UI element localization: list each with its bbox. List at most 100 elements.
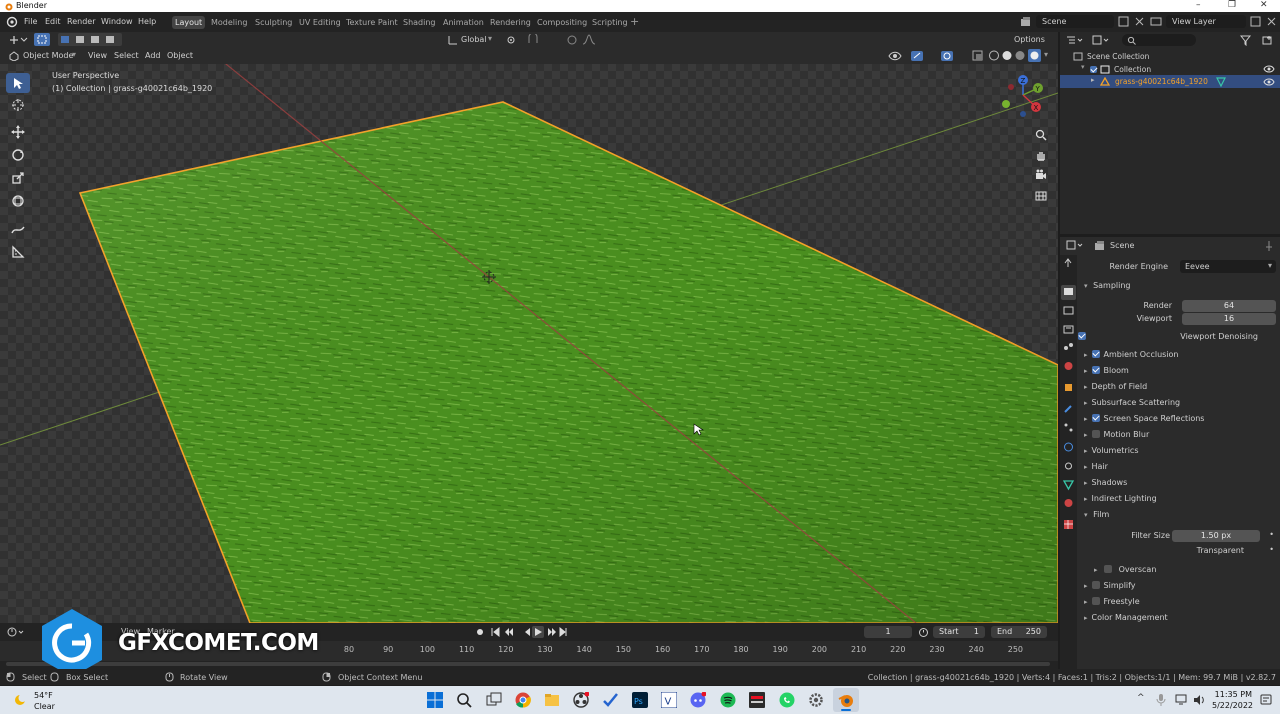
delete-view-layer-icon[interactable] (1266, 16, 1278, 27)
spotify-icon[interactable] (720, 692, 736, 708)
render-settings-panel-row[interactable]: ▸ Ambient Occlusion (1084, 350, 1274, 364)
video-editor-icon[interactable]: V (661, 692, 677, 708)
tab-rendering[interactable]: Rendering (487, 16, 534, 29)
volume-icon[interactable] (1193, 694, 1205, 706)
tab-modeling[interactable]: Modeling (208, 16, 250, 29)
viewport-menu-select[interactable]: Select (114, 51, 139, 60)
settings-gear-icon[interactable] (808, 692, 824, 708)
annotate-tool-button[interactable] (6, 219, 30, 239)
viewport-denoising-row[interactable]: Viewport Denoising (1078, 331, 1276, 347)
timeline-scrollbar[interactable] (6, 662, 1050, 666)
viewport-menu-add[interactable]: Add (145, 51, 161, 60)
properties-editor-icon[interactable] (1066, 240, 1084, 251)
delete-scene-icon[interactable] (1134, 16, 1146, 27)
3d-viewport[interactable]: Object Mode ▾ View Select Add Object ▾ U… (0, 47, 1058, 623)
add-workspace-icon[interactable]: + (630, 15, 639, 28)
microphone-icon[interactable] (1156, 694, 1166, 706)
transparent-animate-icon[interactable]: • (1269, 545, 1274, 554)
new-view-layer-icon[interactable] (1250, 16, 1262, 27)
taskbar-search-icon[interactable] (456, 692, 472, 708)
network-icon[interactable] (1175, 694, 1189, 706)
render-settings-panel-row[interactable]: ▸ Subsurface Scattering (1084, 398, 1274, 412)
cursor-tool-button[interactable] (6, 95, 30, 115)
collection-visibility-icon[interactable] (1263, 65, 1275, 73)
tab-sculpting[interactable]: Sculpting (252, 16, 295, 29)
outliner-scene-collection[interactable]: Scene Collection (1087, 52, 1149, 61)
task-view-icon[interactable] (486, 692, 502, 708)
object-expand-icon[interactable]: ▸ (1091, 76, 1095, 84)
film-filter-field[interactable]: 1.50 px (1172, 530, 1260, 542)
tab-uv-editing[interactable]: UV Editing (296, 16, 344, 29)
obs-icon[interactable] (573, 692, 589, 708)
gizmo-toggle-icon[interactable] (910, 50, 924, 61)
outliner-editor-icon[interactable] (1066, 35, 1084, 46)
outliner-collection[interactable]: Collection (1114, 65, 1151, 74)
transform-tool-button[interactable] (6, 191, 30, 211)
measure-tool-button[interactable] (6, 242, 30, 262)
scale-tool-button[interactable] (6, 168, 30, 188)
zoom-icon[interactable] (1035, 129, 1047, 141)
clock-date[interactable]: 5/22/2022 (1212, 701, 1253, 710)
render-settings-panel-row[interactable]: ▸ Indirect Lighting (1084, 494, 1274, 508)
selection-mode-buttons[interactable] (58, 33, 122, 46)
view-layer-selector[interactable]: View Layer (1166, 15, 1246, 28)
chrome-icon[interactable] (515, 692, 531, 708)
render-engine-dropdown[interactable]: Eevee ▾ (1180, 260, 1276, 273)
panel-enable-checkbox[interactable] (1091, 366, 1100, 374)
render-settings-panel-row[interactable]: ▸ Shadows (1084, 478, 1274, 492)
blender-menu-icon[interactable] (6, 16, 18, 28)
outliner-object-name[interactable]: grass-g40021c64b_1920 (1115, 77, 1208, 86)
view-layer-icon[interactable] (1150, 16, 1162, 27)
tasks-app-icon[interactable] (602, 692, 618, 708)
panel-enable-checkbox[interactable] (1091, 350, 1100, 358)
render-settings-bottom-panel-row[interactable]: ▸ Freestyle (1084, 597, 1274, 611)
overscan-checkbox[interactable] (1104, 565, 1113, 573)
tab-animation[interactable]: Animation (440, 16, 487, 29)
notification-icon[interactable] (1260, 694, 1272, 706)
display-mode-icon[interactable] (1092, 35, 1110, 46)
snap-icon[interactable] (527, 34, 539, 45)
viewport-denoising-checkbox[interactable] (1078, 332, 1086, 340)
viewport-menu-object[interactable]: Object (167, 51, 193, 60)
start-frame-field[interactable]: Start 1 (933, 626, 985, 638)
pin-icon[interactable] (1264, 240, 1274, 251)
current-frame-field[interactable]: 1 (864, 626, 912, 638)
pivot-point-icon[interactable] (505, 34, 517, 45)
filter-icon[interactable] (1240, 35, 1258, 46)
panel-enable-checkbox[interactable] (1091, 414, 1100, 422)
film-panel-header[interactable]: ▾ Film (1084, 510, 1276, 526)
editor-type-icon[interactable] (8, 34, 28, 45)
camera-view-icon[interactable] (1035, 169, 1047, 181)
tab-layout[interactable]: Layout (172, 16, 206, 29)
end-frame-field[interactable]: End 250 (991, 626, 1047, 638)
new-scene-icon[interactable] (1118, 16, 1130, 27)
discord-icon[interactable] (690, 692, 706, 708)
blender-taskbar-button[interactable] (833, 688, 859, 712)
menu-window[interactable]: Window (101, 17, 133, 26)
tab-shading[interactable]: Shading (400, 16, 439, 29)
collection-expand-icon[interactable]: ▾ (1081, 63, 1085, 71)
render-settings-panel-row[interactable]: ▸ Motion Blur (1084, 430, 1274, 444)
viewport-menu-view[interactable]: View (88, 51, 107, 60)
xray-icon[interactable] (972, 50, 984, 61)
rotate-tool-button[interactable] (6, 145, 30, 165)
close-icon[interactable]: ✕ (1260, 0, 1268, 10)
sampling-render-field[interactable]: 64 (1182, 300, 1276, 312)
orientation-dropdown-icon[interactable]: ▾ (488, 34, 492, 43)
overlays-toggle-icon[interactable] (940, 50, 954, 61)
scene-icon[interactable] (1020, 16, 1032, 27)
render-settings-panel-row[interactable]: ▸ Screen Space Reflections (1084, 414, 1274, 428)
panel-enable-checkbox[interactable] (1091, 430, 1100, 438)
transform-orientation[interactable]: Global (461, 35, 487, 44)
shading-dropdown-icon[interactable]: ▾ (1044, 50, 1048, 59)
visibility-icon[interactable] (888, 50, 902, 61)
overscan-row[interactable]: ▸ Overscan (1094, 565, 1276, 581)
menu-edit[interactable]: Edit (45, 17, 61, 26)
render-settings-panel-row[interactable]: ▸ Bloom (1084, 366, 1274, 380)
clock-time[interactable]: 11:35 PM (1214, 690, 1252, 699)
tab-texture-paint[interactable]: Texture Paint (343, 16, 401, 29)
tab-scripting[interactable]: Scripting (589, 16, 631, 29)
sampling-viewport-field[interactable]: 16 (1182, 313, 1276, 325)
new-collection-icon[interactable] (1262, 35, 1274, 46)
object-mode-selector[interactable]: Object Mode (23, 51, 73, 60)
